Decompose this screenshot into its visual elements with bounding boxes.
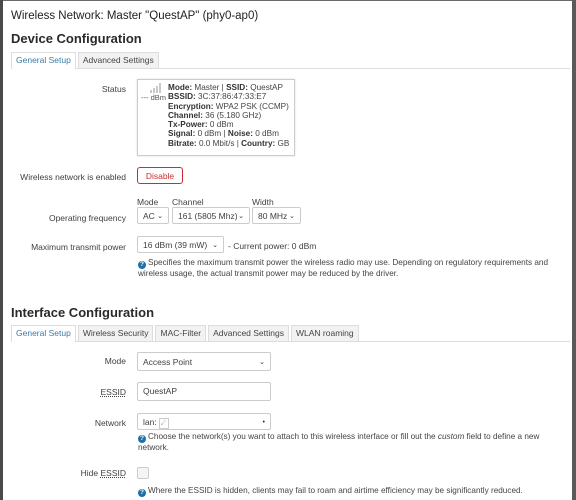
status-mode-key: Mode: [168, 83, 193, 92]
window-scrollbar[interactable] [572, 0, 576, 500]
operating-frequency-label: Operating frequency [48, 213, 126, 223]
width-sublabel: Width [252, 197, 274, 207]
chevron-down-icon: ⌄ [238, 213, 244, 220]
status-bitrate-key: Bitrate: [168, 138, 197, 148]
network-interface-icon: ☄ [158, 418, 169, 429]
help-icon: ? [138, 261, 146, 269]
hide-essid-label-text: Hide [80, 468, 101, 478]
channel-sublabel: Channel [172, 197, 204, 207]
width-select[interactable]: 80 MHz ⌄ [252, 207, 301, 224]
tab-advanced-settings[interactable]: Advanced Settings [77, 52, 159, 68]
tx-power-select[interactable]: 16 dBm (39 mW) ⌄ [137, 236, 224, 253]
dropdown-dot-icon: • [262, 419, 265, 426]
channel-select[interactable]: 161 (5805 Mhz) ⌄ [172, 207, 250, 224]
hide-essid-checkbox[interactable] [137, 467, 149, 479]
tab-general-setup[interactable]: General Setup [11, 52, 76, 69]
chevron-down-icon: ⌄ [212, 242, 218, 249]
max-transmit-power-label: Maximum transmit power [31, 242, 126, 252]
status-encryption-key: Encryption: [168, 101, 214, 111]
status-encryption: WPA2 PSK (CCMP) [213, 101, 289, 111]
signal-dbm: --- dBm [141, 93, 166, 102]
status-noise-key: Noise: [227, 129, 253, 139]
window-frame-left [0, 0, 3, 500]
network-help: ? Choose the network(s) you want to attac… [138, 432, 558, 453]
status-bssid: 3C:37:86:47:33:E7 [195, 92, 267, 102]
status-txpower: 0 dBm [207, 120, 234, 130]
chevron-down-icon: ⌄ [157, 213, 163, 220]
disable-button[interactable]: Disable [137, 167, 183, 184]
interface-config-heading: Interface Configuration [11, 305, 155, 320]
network-select-value: lan: [143, 417, 157, 427]
status-signal: 0 dBm | [195, 129, 228, 139]
signal-strength-icon [150, 83, 162, 93]
mode-label: Mode [104, 356, 126, 366]
chevron-down-icon: ⌄ [259, 359, 265, 366]
tab-general-setup[interactable]: General Setup [11, 325, 76, 342]
wireless-enabled-label: Wireless network is enabled [20, 172, 126, 182]
status-country-key: Country: [241, 138, 276, 148]
essid-label: ESSID [100, 387, 126, 397]
device-config-tabs: General Setup Advanced Settings [11, 52, 570, 69]
interface-mode-select[interactable]: Access Point ⌄ [137, 352, 271, 371]
status-country: GB [275, 138, 290, 148]
status-mode: Master | [192, 83, 227, 92]
width-select-value: 80 MHz [258, 211, 288, 221]
network-help-custom: custom [437, 432, 465, 441]
tab-mac-filter[interactable]: MAC-Filter [155, 325, 207, 341]
network-label: Network [94, 418, 126, 428]
help-icon: ? [138, 489, 146, 497]
network-select[interactable]: lan: ☄ • [137, 413, 271, 430]
status-signal-key: Signal: [168, 129, 196, 139]
current-power: - Current power: 0 dBm [228, 241, 317, 251]
essid-input[interactable]: QuestAP [137, 382, 271, 401]
tx-power-select-value: 16 dBm (39 mW) [143, 240, 208, 250]
help-icon: ? [138, 435, 146, 443]
hide-essid-label: Hide ESSID [20, 468, 126, 478]
interface-mode-value: Access Point [143, 357, 193, 367]
chevron-down-icon: ⌄ [289, 213, 295, 220]
mode-select[interactable]: AC ⌄ [137, 207, 169, 224]
status-bssid-key: BSSID: [168, 92, 196, 102]
hide-essid-label-essid: ESSID [100, 468, 126, 478]
status-box: --- dBm Mode: Master | SSID: QuestAP BSS… [137, 79, 295, 156]
tab-wireless-security[interactable]: Wireless Security [77, 325, 154, 341]
status-channel-key: Channel: [168, 110, 204, 120]
device-config-heading: Device Configuration [11, 31, 142, 46]
status-txpower-key: Tx-Power: [168, 120, 208, 130]
window-frame-top [0, 0, 576, 1]
mode-select-value: AC [143, 211, 155, 221]
status-bitrate: 0.0 Mbit/s | [196, 138, 242, 148]
mode-sublabel: Mode [137, 197, 159, 207]
status-ssid: QuestAP [247, 83, 283, 92]
status-label: Status [101, 84, 126, 94]
hide-essid-help-text: Where the ESSID is hidden, clients may f… [148, 486, 523, 495]
status-channel: 36 (5.180 GHz) [203, 110, 262, 120]
interface-config-tabs: General Setup Wireless Security MAC-Filt… [11, 325, 570, 342]
status-ssid-key: SSID: [226, 83, 248, 92]
tab-advanced-settings[interactable]: Advanced Settings [208, 325, 289, 341]
window-title: Wireless Network: Master "QuestAP" (phy0… [11, 10, 259, 22]
network-help-text: Choose the network(s) you want to attach… [148, 432, 438, 441]
status-noise: 0 dBm [252, 129, 279, 139]
tx-power-help: ? Specifies the maximum transmit power th… [138, 258, 558, 279]
tab-wlan-roaming[interactable]: WLAN roaming [290, 325, 359, 341]
status-details: Mode: Master | SSID: QuestAP BSSID: 3C:3… [168, 83, 289, 148]
channel-select-value: 161 (5805 Mhz) [178, 211, 238, 221]
hide-essid-help: ? Where the ESSID is hidden, clients may … [138, 486, 558, 497]
tx-power-help-text: Specifies the maximum transmit power the… [138, 258, 549, 278]
